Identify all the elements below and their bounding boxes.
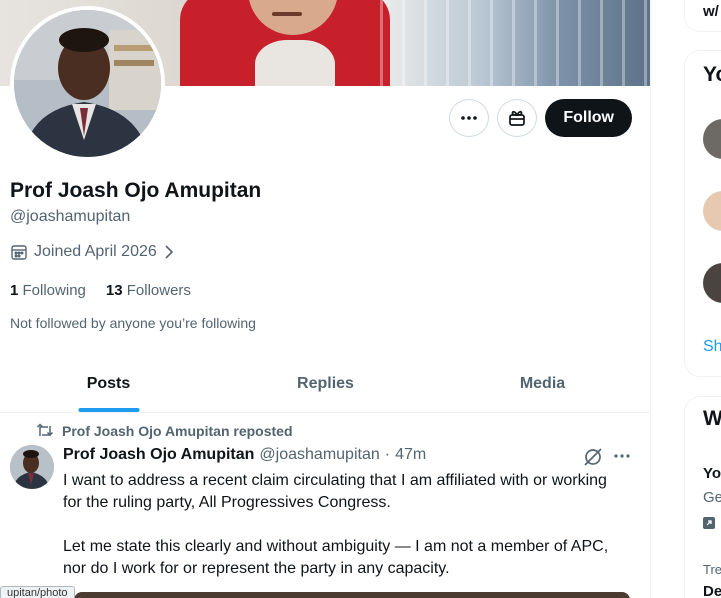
tab-replies[interactable]: Replies: [217, 356, 434, 412]
sidebar-top-text: w/: [703, 3, 719, 20]
grok-icon[interactable]: [582, 446, 604, 468]
chevron-right-icon: [165, 245, 173, 259]
post-more-icon[interactable]: [612, 446, 632, 466]
profile-actions: Follow: [449, 99, 632, 137]
followers-count: 13: [105, 282, 123, 299]
banner-shirt-shape: [255, 40, 335, 86]
follow-button[interactable]: Follow: [545, 99, 632, 137]
post-body[interactable]: I want to address a recent claim circula…: [63, 470, 623, 598]
not-followed-notice: Not followed by anyone you’re following: [10, 315, 256, 331]
post-author-handle[interactable]: @joashamupitan: [259, 446, 379, 464]
gift-button[interactable]: [497, 99, 538, 137]
followers-label: Followers: [126, 282, 191, 299]
repost-label: Prof Joash Ojo Amupitan reposted: [62, 423, 293, 439]
post-author-name[interactable]: Prof Joash Ojo Amupitan: [63, 446, 254, 464]
profile-tabs: Posts Replies Media: [0, 356, 650, 413]
trend-2-title[interactable]: De: [703, 583, 721, 598]
trend-1-title[interactable]: Yo: [703, 465, 721, 482]
post-paragraph-1: I want to address a recent claim circula…: [63, 472, 607, 511]
suggestion-avatar-2[interactable]: [703, 191, 721, 231]
trend-2-context: Tre: [703, 562, 721, 577]
suggestion-avatar-1[interactable]: [703, 119, 721, 159]
more-button[interactable]: [449, 99, 490, 137]
post-time[interactable]: 47m: [395, 446, 426, 464]
trend-1-subtitle: Ge: [703, 489, 721, 506]
post-author-avatar[interactable]: [10, 445, 54, 489]
post-paragraph-2: Let me state this clearly and without am…: [63, 538, 609, 577]
more-horizontal-icon: [461, 116, 478, 120]
profile-name: Prof Joash Ojo Amupitan: [10, 179, 262, 202]
profile-main-column: Follow Prof Joash Ojo Amupitan @joashamu…: [0, 0, 651, 598]
repost-icon: [36, 423, 54, 437]
you-might-like-card: Yo Sh: [684, 50, 721, 377]
profile-handle: @joashamupitan: [10, 208, 131, 225]
follow-counts: 1 Following 13 Followers: [10, 282, 191, 299]
gift-icon: [509, 110, 526, 126]
joined-date[interactable]: Joined April 2026: [10, 243, 175, 261]
right-sidebar: w/ Yo Sh W Yo Ge Tre De: [684, 0, 721, 598]
following-link[interactable]: 1 Following: [10, 282, 86, 299]
link-status-tooltip: upitan/photo: [0, 586, 75, 598]
banner-mouth-shape: [272, 12, 302, 16]
repost-indicator[interactable]: Prof Joash Ojo Amupitan reposted: [36, 423, 293, 439]
post-media-preview[interactable]: [74, 592, 630, 598]
you-might-like-heading: Yo: [703, 63, 721, 86]
post-header: Prof Joash Ojo Amupitan @joashamupitan ·…: [63, 446, 426, 464]
profile-avatar-image: [14, 10, 161, 157]
following-label: Following: [22, 282, 86, 299]
banner-window-blinds: [380, 0, 650, 86]
profile-avatar[interactable]: [10, 6, 165, 161]
tab-media[interactable]: Media: [434, 356, 650, 412]
suggestion-avatar-3[interactable]: [703, 263, 721, 303]
sidebar-top-card[interactable]: w/: [684, 0, 721, 32]
following-count: 1: [10, 282, 19, 299]
joined-label: Joined April 2026: [34, 243, 157, 260]
external-link-icon: [703, 517, 715, 529]
post-separator: ·: [384, 446, 391, 463]
calendar-icon: [11, 245, 27, 260]
whats-happening-heading: W: [703, 407, 721, 430]
whats-happening-card: W Yo Ge Tre De: [684, 396, 721, 598]
tab-posts[interactable]: Posts: [0, 356, 217, 412]
followers-link[interactable]: 13 Followers: [106, 282, 191, 299]
show-more-link[interactable]: Sh: [703, 338, 721, 356]
